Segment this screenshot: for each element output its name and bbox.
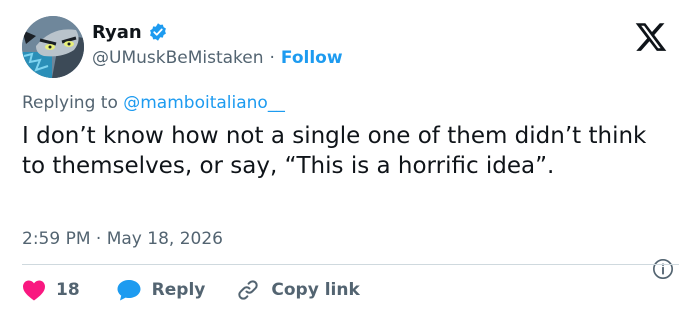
reply-button[interactable]: Reply [116, 278, 206, 302]
reply-label: Reply [151, 280, 206, 300]
copy-link-label: Copy link [271, 280, 360, 300]
follow-button[interactable]: Follow [281, 48, 343, 68]
reply-bubble-icon [117, 280, 141, 301]
dot-separator: · [269, 48, 275, 68]
verified-badge-icon [148, 22, 168, 42]
heart-icon [23, 280, 45, 301]
like-count: 18 [56, 280, 80, 300]
replying-to: Replying to @mamboitaliano__ [22, 93, 285, 113]
action-bar: 18 Reply Copy link [22, 276, 360, 304]
info-icon[interactable] [652, 258, 674, 280]
author-name[interactable]: Ryan [92, 22, 142, 43]
like-button[interactable]: 18 [22, 279, 80, 301]
author-name-row: Ryan [92, 20, 168, 44]
author-handle[interactable]: @UMuskBeMistaken [92, 48, 264, 68]
replying-to-mention[interactable]: @mamboitaliano__ [123, 93, 285, 113]
divider [22, 264, 679, 265]
avatar[interactable] [22, 16, 84, 78]
x-logo-icon[interactable] [634, 20, 668, 54]
link-icon [238, 280, 259, 300]
handle-row: @UMuskBeMistaken · Follow [92, 48, 343, 68]
tweet-timestamp[interactable]: 2:59 PM · May 18, 2026 [22, 229, 223, 249]
copy-link-button[interactable]: Copy link [235, 278, 360, 302]
replying-to-label: Replying to [22, 93, 118, 113]
tweet-text: I don’t know how not a single one of the… [22, 123, 647, 179]
